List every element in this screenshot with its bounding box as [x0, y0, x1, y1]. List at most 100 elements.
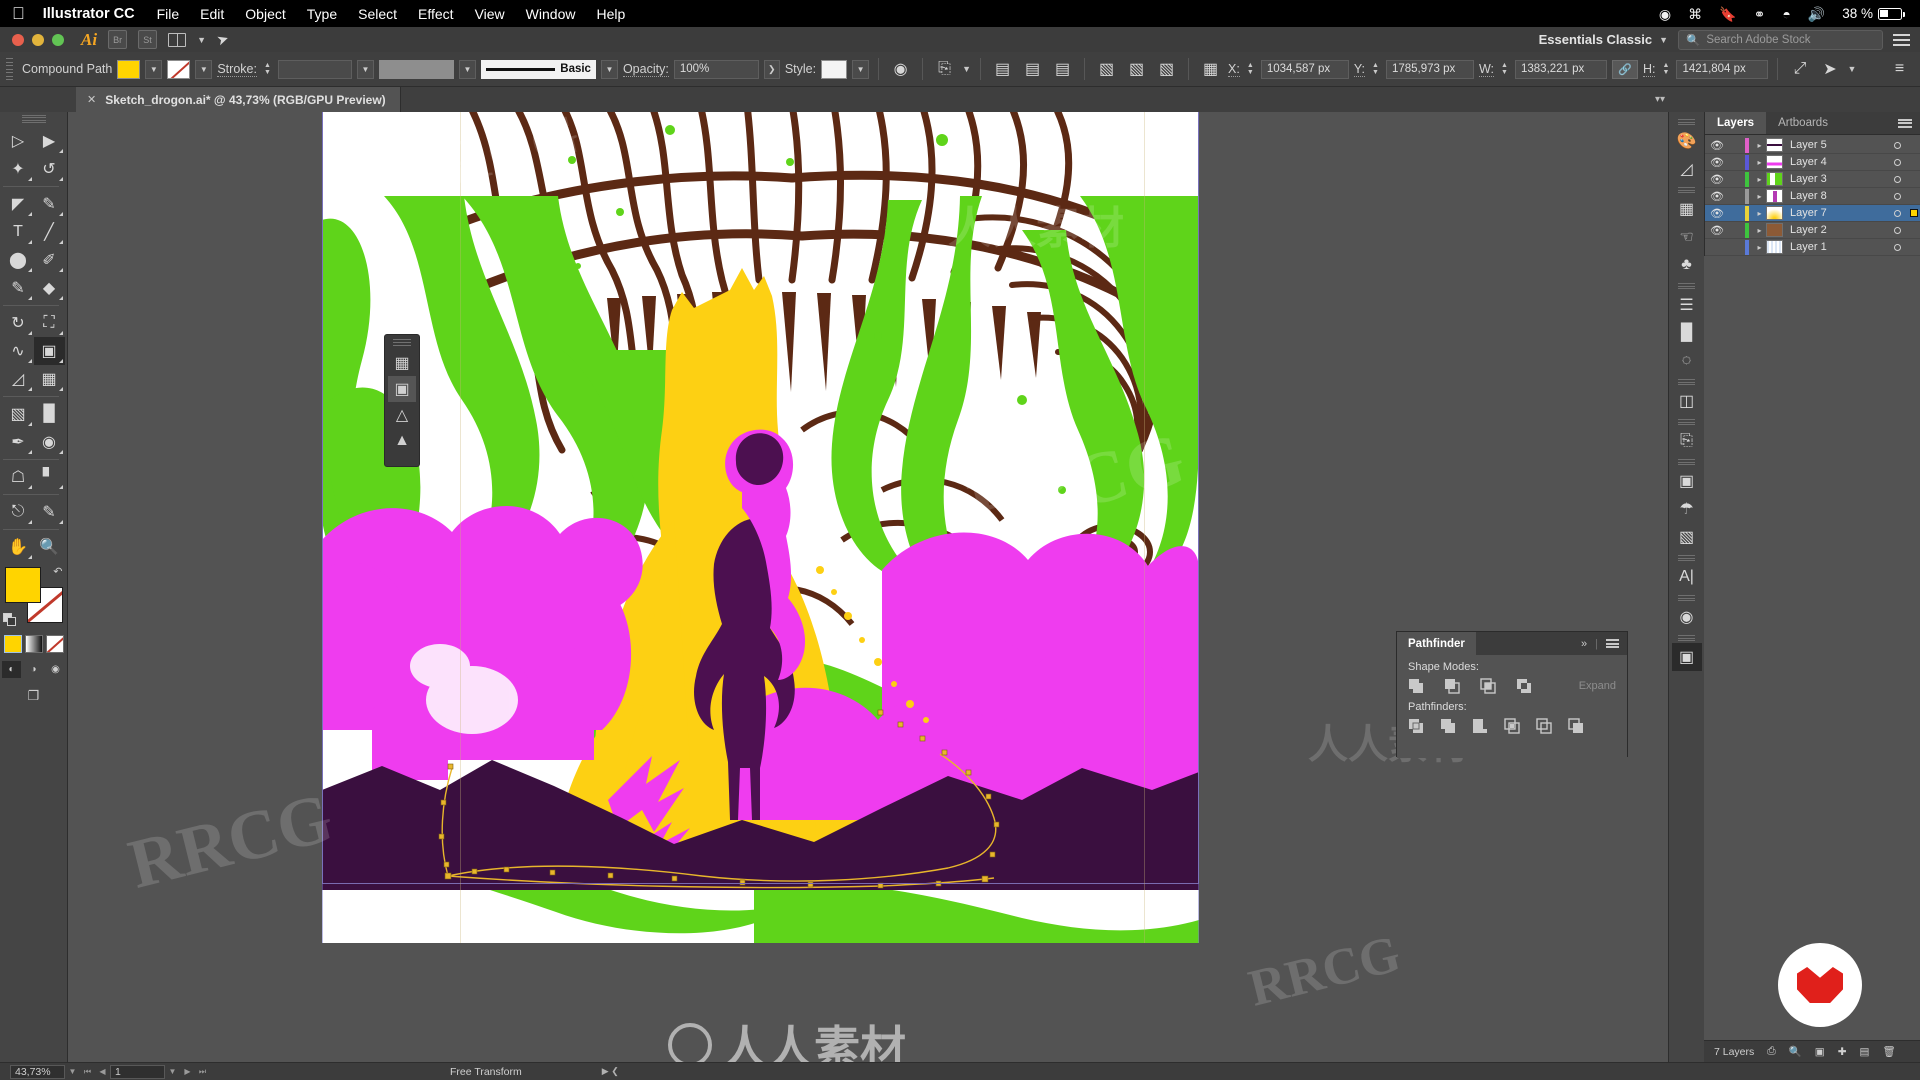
transparency-panel-icon[interactable]: ◌ — [1672, 347, 1702, 375]
tab-artboards[interactable]: Artboards — [1766, 112, 1840, 134]
menu-help[interactable]: Help — [596, 6, 625, 22]
target-icon[interactable] — [1886, 159, 1908, 166]
tab-layers[interactable]: Layers — [1705, 112, 1766, 134]
align-right-icon[interactable]: ▤ — [1050, 58, 1075, 80]
transform-panel-icon[interactable]: ⤢ — [1787, 58, 1812, 80]
exclude-button[interactable] — [1516, 678, 1533, 694]
stroke-label[interactable]: Stroke: — [217, 62, 257, 77]
w-stepper[interactable]: ▲▼ — [1499, 60, 1510, 79]
tool-symbol-sprayer[interactable]: ☖ — [3, 463, 34, 491]
target-icon[interactable] — [1886, 193, 1908, 200]
target-icon[interactable] — [1886, 142, 1908, 149]
app-name-menu[interactable]: Illustrator CC — [43, 6, 135, 22]
height-field[interactable]: 1421,804 px — [1676, 60, 1768, 79]
create-new-layer-icon[interactable]: ▤ — [1860, 1046, 1870, 1058]
target-icon[interactable] — [1886, 210, 1908, 217]
tool-type[interactable]: T — [3, 218, 34, 246]
layer-row-7[interactable]: 👁 ▸ Layer 7 — [1705, 205, 1920, 222]
layer-name[interactable]: Layer 8 — [1790, 190, 1886, 202]
color-guide-icon[interactable]: ◿ — [1672, 155, 1702, 183]
document-setup-chevron-icon[interactable]: ▼ — [962, 64, 971, 74]
target-icon[interactable] — [1886, 244, 1908, 251]
gradient-fill-button[interactable] — [25, 635, 43, 653]
make-clipping-mask-icon[interactable]: ▣ — [1815, 1046, 1825, 1058]
next-artboard-icon[interactable]: ▶ — [180, 1067, 195, 1076]
tool-free-transform[interactable]: ▣ — [34, 337, 65, 365]
locate-object-icon[interactable]: ⎙ — [1767, 1045, 1775, 1058]
free-transform-icon[interactable]: ▣ — [388, 376, 416, 402]
command-key-icon[interactable]: ⌘ — [1688, 7, 1702, 21]
maximize-window-button[interactable] — [52, 34, 64, 46]
fill-dropdown-icon[interactable]: ▼ — [145, 60, 162, 79]
export-panel-icon[interactable]: ⎘ — [1672, 427, 1702, 455]
align-bottom-icon[interactable]: ▧ — [1154, 58, 1179, 80]
close-window-button[interactable] — [12, 34, 24, 46]
creative-cloud-icon[interactable]: ⚭ — [1754, 7, 1766, 21]
menu-effect[interactable]: Effect — [418, 6, 454, 22]
draw-normal-button[interactable]: ◐ — [2, 661, 21, 678]
tool-zoom[interactable]: 🔍 — [34, 533, 65, 561]
rail-grip[interactable] — [1678, 595, 1695, 601]
expand-button[interactable]: Expand — [1579, 680, 1616, 692]
widget-grip[interactable] — [393, 339, 411, 346]
align-left-icon[interactable]: ▤ — [990, 58, 1015, 80]
menu-type[interactable]: Type — [307, 6, 337, 22]
window-controls[interactable] — [12, 34, 64, 46]
tool-pen[interactable]: ◤ — [3, 190, 34, 218]
arrange-chevron-down-icon[interactable]: ▼ — [197, 35, 206, 45]
rail-grip[interactable] — [1678, 187, 1695, 193]
align-top-icon[interactable]: ▧ — [1094, 58, 1119, 80]
stroke-weight-dropdown-icon[interactable]: ▼ — [357, 60, 374, 79]
brushes-icon[interactable]: ☜ — [1672, 223, 1702, 251]
style-dropdown-icon[interactable]: ▼ — [852, 60, 869, 79]
selection-path-overlay[interactable] — [322, 112, 1199, 943]
opacity-field[interactable]: 100% — [674, 60, 759, 79]
pathfinder-tab[interactable]: Pathfinder — [1397, 632, 1476, 655]
artboard-dropdown-icon[interactable]: ▼ — [165, 1067, 180, 1076]
battery-indicator[interactable]: 38 % — [1842, 6, 1902, 21]
swap-fill-stroke-icon[interactable]: ↶ — [53, 565, 62, 578]
stock-button[interactable]: St — [138, 30, 157, 49]
y-stepper[interactable]: ▲▼ — [1370, 60, 1381, 79]
layer-row-4[interactable]: 👁 ▸ Layer 4 — [1705, 154, 1920, 171]
menu-window[interactable]: Window — [526, 6, 576, 22]
tool-slice[interactable]: ✎ — [34, 498, 65, 526]
toolbox-grip[interactable] — [22, 115, 46, 123]
width-field[interactable]: 1383,221 px — [1515, 60, 1607, 79]
rail-grip[interactable] — [1678, 459, 1695, 465]
h-stepper[interactable]: ▲▼ — [1660, 60, 1671, 79]
workspace-switcher[interactable]: Essentials Classic ▼ — [1539, 32, 1668, 47]
control-bar-grip[interactable] — [6, 58, 13, 80]
screen-record-icon[interactable]: ◉ — [1659, 7, 1671, 21]
align-panel-icon[interactable]: ☰ — [1672, 291, 1702, 319]
previous-artboard-icon[interactable]: ◀ — [95, 1067, 110, 1076]
x-stepper[interactable]: ▲▼ — [1245, 60, 1256, 79]
target-icon[interactable] — [1886, 176, 1908, 183]
align-center-vertical-icon[interactable]: ▧ — [1124, 58, 1149, 80]
menu-object[interactable]: Object — [245, 6, 285, 22]
tool-magic-wand[interactable]: ✦ — [3, 155, 34, 183]
app-menu-icon[interactable] — [1893, 34, 1910, 46]
new-document-icon[interactable]: ⎘ — [932, 58, 957, 80]
chevron-right-icon[interactable]: ▸ — [1753, 209, 1766, 218]
document-canvas[interactable]: RRCG RRCG RRCG RRCG 人人素材 人人素材 人人素材 ▦ ▣ △… — [68, 112, 1668, 1062]
layers-panel-menu-icon[interactable] — [1898, 112, 1920, 134]
stroke-profile-dropdown-icon[interactable]: ▼ — [459, 60, 476, 79]
stroke-swatch[interactable] — [167, 60, 190, 79]
default-fill-stroke-icon[interactable] — [3, 613, 17, 627]
divide-button[interactable] — [1408, 718, 1425, 734]
apple-logo-icon[interactable]:  — [12, 5, 25, 22]
search-layers-icon[interactable]: 🔍 — [1789, 1045, 1802, 1058]
tool-eyedropper[interactable]: ✒ — [3, 428, 34, 456]
intersect-button[interactable] — [1480, 678, 1497, 694]
layer-name[interactable]: Layer 7 — [1790, 207, 1886, 219]
tool-scale[interactable]: ⛶ — [34, 309, 65, 337]
tool-blend[interactable]: ◉ — [34, 428, 65, 456]
layer-name[interactable]: Layer 1 — [1790, 241, 1886, 253]
align-center-horizontal-icon[interactable]: ▤ — [1020, 58, 1045, 80]
transform-panel-icon[interactable]: ▣ — [1672, 467, 1702, 495]
rail-grip[interactable] — [1678, 119, 1695, 125]
close-icon[interactable]: ✕ — [87, 93, 96, 106]
menu-select[interactable]: Select — [358, 6, 397, 22]
eye-icon[interactable]: 👁 — [1705, 207, 1729, 220]
